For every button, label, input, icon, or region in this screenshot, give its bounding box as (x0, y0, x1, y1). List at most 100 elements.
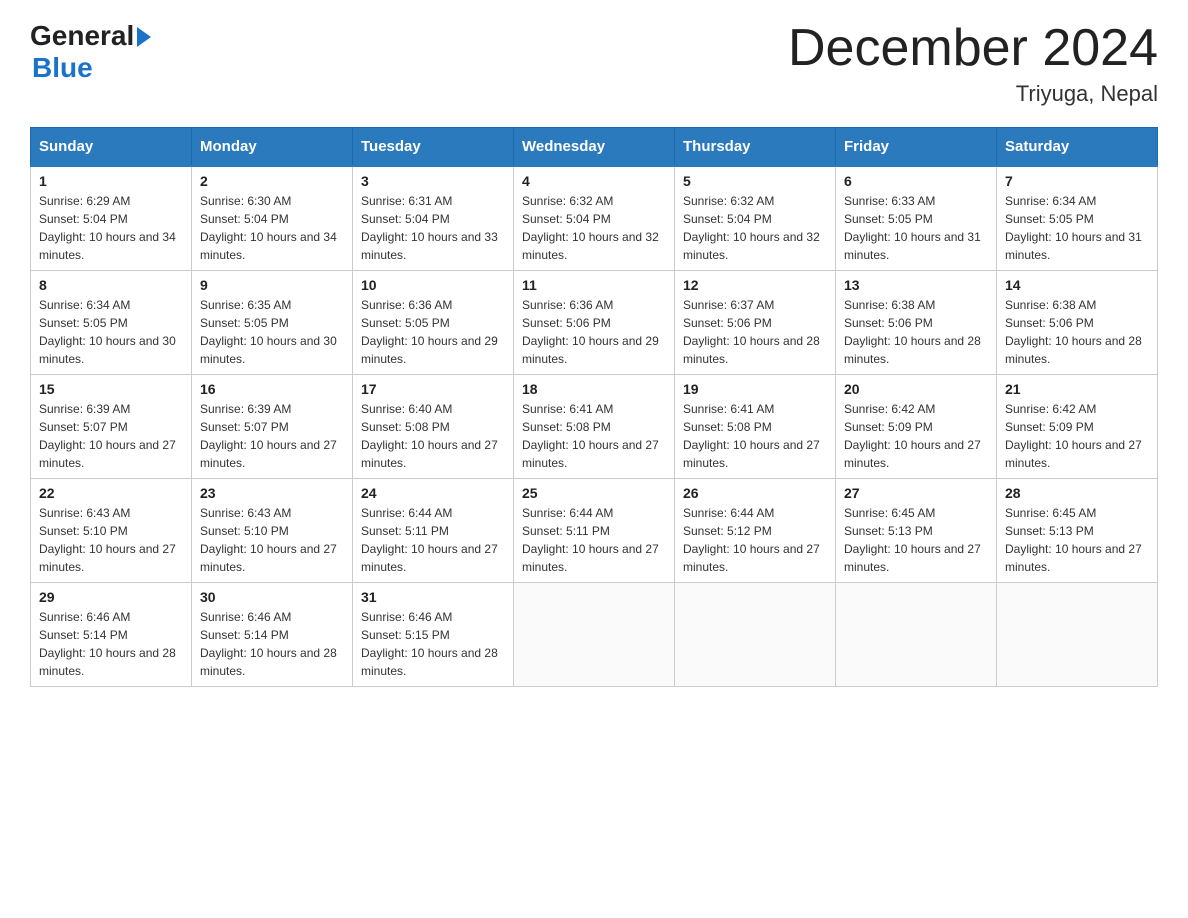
table-row: 19 Sunrise: 6:41 AM Sunset: 5:08 PM Dayl… (675, 375, 836, 479)
day-info: Sunrise: 6:39 AM Sunset: 5:07 PM Dayligh… (39, 400, 183, 472)
day-number: 28 (1005, 485, 1149, 501)
calendar-week-row: 1 Sunrise: 6:29 AM Sunset: 5:04 PM Dayli… (31, 166, 1158, 271)
day-number: 23 (200, 485, 344, 501)
day-info: Sunrise: 6:44 AM Sunset: 5:11 PM Dayligh… (361, 504, 505, 576)
day-number: 7 (1005, 173, 1149, 189)
table-row: 23 Sunrise: 6:43 AM Sunset: 5:10 PM Dayl… (192, 479, 353, 583)
day-number: 10 (361, 277, 505, 293)
table-row: 28 Sunrise: 6:45 AM Sunset: 5:13 PM Dayl… (997, 479, 1158, 583)
table-row: 20 Sunrise: 6:42 AM Sunset: 5:09 PM Dayl… (836, 375, 997, 479)
table-row: 24 Sunrise: 6:44 AM Sunset: 5:11 PM Dayl… (353, 479, 514, 583)
day-info: Sunrise: 6:42 AM Sunset: 5:09 PM Dayligh… (1005, 400, 1149, 472)
day-info: Sunrise: 6:29 AM Sunset: 5:04 PM Dayligh… (39, 192, 183, 264)
table-row: 14 Sunrise: 6:38 AM Sunset: 5:06 PM Dayl… (997, 271, 1158, 375)
table-row: 30 Sunrise: 6:46 AM Sunset: 5:14 PM Dayl… (192, 583, 353, 687)
header-saturday: Saturday (997, 128, 1158, 167)
day-number: 20 (844, 381, 988, 397)
day-number: 26 (683, 485, 827, 501)
table-row (675, 583, 836, 687)
table-row: 31 Sunrise: 6:46 AM Sunset: 5:15 PM Dayl… (353, 583, 514, 687)
day-info: Sunrise: 6:38 AM Sunset: 5:06 PM Dayligh… (844, 296, 988, 368)
page-header: General Blue December 2024 Triyuga, Nepa… (30, 20, 1158, 107)
day-number: 4 (522, 173, 666, 189)
table-row: 22 Sunrise: 6:43 AM Sunset: 5:10 PM Dayl… (31, 479, 192, 583)
day-info: Sunrise: 6:39 AM Sunset: 5:07 PM Dayligh… (200, 400, 344, 472)
day-number: 24 (361, 485, 505, 501)
day-info: Sunrise: 6:38 AM Sunset: 5:06 PM Dayligh… (1005, 296, 1149, 368)
day-number: 11 (522, 277, 666, 293)
day-info: Sunrise: 6:46 AM Sunset: 5:15 PM Dayligh… (361, 608, 505, 680)
table-row (836, 583, 997, 687)
table-row: 18 Sunrise: 6:41 AM Sunset: 5:08 PM Dayl… (514, 375, 675, 479)
day-info: Sunrise: 6:34 AM Sunset: 5:05 PM Dayligh… (39, 296, 183, 368)
day-number: 6 (844, 173, 988, 189)
day-info: Sunrise: 6:44 AM Sunset: 5:11 PM Dayligh… (522, 504, 666, 576)
day-number: 18 (522, 381, 666, 397)
table-row: 9 Sunrise: 6:35 AM Sunset: 5:05 PM Dayli… (192, 271, 353, 375)
day-info: Sunrise: 6:42 AM Sunset: 5:09 PM Dayligh… (844, 400, 988, 472)
day-info: Sunrise: 6:35 AM Sunset: 5:05 PM Dayligh… (200, 296, 344, 368)
calendar-header-row: Sunday Monday Tuesday Wednesday Thursday… (31, 128, 1158, 167)
table-row (514, 583, 675, 687)
table-row: 12 Sunrise: 6:37 AM Sunset: 5:06 PM Dayl… (675, 271, 836, 375)
logo: General Blue (30, 20, 151, 84)
table-row (997, 583, 1158, 687)
title-area: December 2024 Triyuga, Nepal (788, 20, 1158, 107)
day-info: Sunrise: 6:33 AM Sunset: 5:05 PM Dayligh… (844, 192, 988, 264)
day-number: 25 (522, 485, 666, 501)
table-row: 29 Sunrise: 6:46 AM Sunset: 5:14 PM Dayl… (31, 583, 192, 687)
day-number: 12 (683, 277, 827, 293)
table-row: 16 Sunrise: 6:39 AM Sunset: 5:07 PM Dayl… (192, 375, 353, 479)
day-info: Sunrise: 6:36 AM Sunset: 5:05 PM Dayligh… (361, 296, 505, 368)
header-thursday: Thursday (675, 128, 836, 167)
table-row: 26 Sunrise: 6:44 AM Sunset: 5:12 PM Dayl… (675, 479, 836, 583)
calendar-week-row: 15 Sunrise: 6:39 AM Sunset: 5:07 PM Dayl… (31, 375, 1158, 479)
day-number: 22 (39, 485, 183, 501)
day-info: Sunrise: 6:36 AM Sunset: 5:06 PM Dayligh… (522, 296, 666, 368)
header-tuesday: Tuesday (353, 128, 514, 167)
day-number: 2 (200, 173, 344, 189)
day-number: 16 (200, 381, 344, 397)
table-row: 27 Sunrise: 6:45 AM Sunset: 5:13 PM Dayl… (836, 479, 997, 583)
day-number: 27 (844, 485, 988, 501)
day-info: Sunrise: 6:44 AM Sunset: 5:12 PM Dayligh… (683, 504, 827, 576)
table-row: 13 Sunrise: 6:38 AM Sunset: 5:06 PM Dayl… (836, 271, 997, 375)
day-info: Sunrise: 6:31 AM Sunset: 5:04 PM Dayligh… (361, 192, 505, 264)
header-friday: Friday (836, 128, 997, 167)
day-number: 30 (200, 589, 344, 605)
day-number: 9 (200, 277, 344, 293)
table-row: 21 Sunrise: 6:42 AM Sunset: 5:09 PM Dayl… (997, 375, 1158, 479)
calendar-title: December 2024 (788, 20, 1158, 77)
calendar-table: Sunday Monday Tuesday Wednesday Thursday… (30, 127, 1158, 687)
day-number: 3 (361, 173, 505, 189)
day-number: 13 (844, 277, 988, 293)
logo-blue: Blue (32, 52, 93, 84)
day-number: 21 (1005, 381, 1149, 397)
day-info: Sunrise: 6:41 AM Sunset: 5:08 PM Dayligh… (683, 400, 827, 472)
logo-arrow-icon (137, 27, 151, 47)
day-info: Sunrise: 6:41 AM Sunset: 5:08 PM Dayligh… (522, 400, 666, 472)
day-info: Sunrise: 6:46 AM Sunset: 5:14 PM Dayligh… (39, 608, 183, 680)
day-info: Sunrise: 6:43 AM Sunset: 5:10 PM Dayligh… (200, 504, 344, 576)
day-info: Sunrise: 6:32 AM Sunset: 5:04 PM Dayligh… (522, 192, 666, 264)
day-number: 29 (39, 589, 183, 605)
table-row: 11 Sunrise: 6:36 AM Sunset: 5:06 PM Dayl… (514, 271, 675, 375)
day-number: 17 (361, 381, 505, 397)
table-row: 4 Sunrise: 6:32 AM Sunset: 5:04 PM Dayli… (514, 166, 675, 271)
calendar-week-row: 29 Sunrise: 6:46 AM Sunset: 5:14 PM Dayl… (31, 583, 1158, 687)
table-row: 15 Sunrise: 6:39 AM Sunset: 5:07 PM Dayl… (31, 375, 192, 479)
header-wednesday: Wednesday (514, 128, 675, 167)
calendar-week-row: 22 Sunrise: 6:43 AM Sunset: 5:10 PM Dayl… (31, 479, 1158, 583)
table-row: 2 Sunrise: 6:30 AM Sunset: 5:04 PM Dayli… (192, 166, 353, 271)
day-info: Sunrise: 6:40 AM Sunset: 5:08 PM Dayligh… (361, 400, 505, 472)
table-row: 10 Sunrise: 6:36 AM Sunset: 5:05 PM Dayl… (353, 271, 514, 375)
table-row: 25 Sunrise: 6:44 AM Sunset: 5:11 PM Dayl… (514, 479, 675, 583)
table-row: 8 Sunrise: 6:34 AM Sunset: 5:05 PM Dayli… (31, 271, 192, 375)
day-info: Sunrise: 6:43 AM Sunset: 5:10 PM Dayligh… (39, 504, 183, 576)
day-info: Sunrise: 6:45 AM Sunset: 5:13 PM Dayligh… (1005, 504, 1149, 576)
header-monday: Monday (192, 128, 353, 167)
day-number: 5 (683, 173, 827, 189)
day-info: Sunrise: 6:46 AM Sunset: 5:14 PM Dayligh… (200, 608, 344, 680)
table-row: 17 Sunrise: 6:40 AM Sunset: 5:08 PM Dayl… (353, 375, 514, 479)
calendar-week-row: 8 Sunrise: 6:34 AM Sunset: 5:05 PM Dayli… (31, 271, 1158, 375)
